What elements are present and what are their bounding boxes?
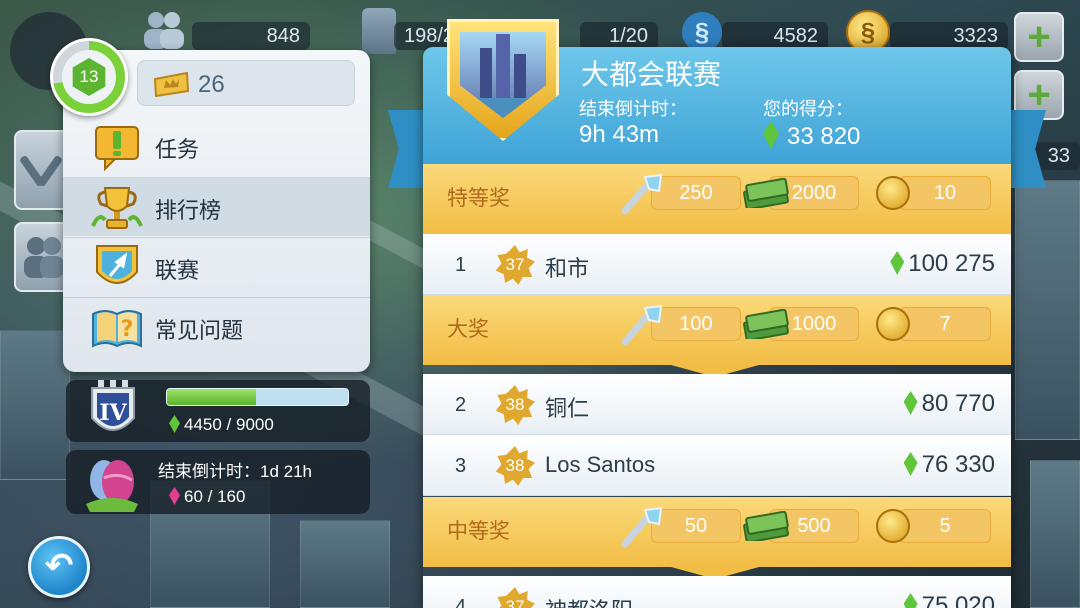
city-score: 76 330 bbox=[921, 451, 995, 478]
faq-book-icon: ? bbox=[92, 310, 142, 348]
player-level-badge[interactable]: 13 bbox=[50, 38, 128, 116]
golden-coin-icon bbox=[876, 307, 910, 341]
menu-item-leaderboard[interactable]: 排行榜 bbox=[63, 177, 370, 236]
population-icon bbox=[138, 10, 190, 50]
city-name: 神都洛阳 bbox=[545, 593, 633, 608]
back-arrow-icon: ↶ bbox=[44, 547, 74, 585]
back-button[interactable]: ↶ bbox=[28, 536, 90, 598]
rank-position: 3 bbox=[455, 455, 467, 477]
menu-item-label: 排行榜 bbox=[155, 198, 222, 223]
leaderboard-row[interactable]: 4 37 神都洛阳 75 020 bbox=[423, 576, 1011, 608]
pink-gem-icon bbox=[169, 487, 180, 505]
rank-position: 1 bbox=[455, 254, 467, 276]
city-score: 100 275 bbox=[908, 250, 995, 277]
crown-ticket-icon bbox=[153, 71, 190, 97]
population-counter: 848 bbox=[192, 22, 310, 50]
golden-coin-icon bbox=[876, 176, 910, 210]
city-level-badge: 38 bbox=[495, 385, 535, 425]
city-level-badge: 37 bbox=[495, 587, 535, 608]
green-gem-icon bbox=[903, 452, 918, 476]
leaderboard-row[interactable]: 1 37 和市 100 275 bbox=[423, 234, 1011, 295]
task-icon bbox=[95, 126, 139, 172]
league-countdown-label: 结束倒计时： bbox=[579, 99, 687, 119]
city-name: 和市 bbox=[545, 256, 590, 281]
city-level-badge: 38 bbox=[495, 446, 535, 486]
golden-key-icon bbox=[621, 304, 663, 346]
buy-simoleons-plus-button[interactable]: + bbox=[1014, 12, 1064, 62]
trophy-icon bbox=[91, 187, 143, 229]
reward-coins: 5 bbox=[899, 509, 991, 543]
league-tier-progress-fill bbox=[167, 389, 256, 405]
league-shield-icon bbox=[96, 245, 138, 284]
tier-name: 大奖 bbox=[447, 318, 489, 341]
workers-counter: 198/2 bbox=[394, 22, 454, 50]
menu-item-label: 联赛 bbox=[155, 258, 200, 283]
league-emblem-ground bbox=[460, 98, 546, 118]
player-level-value: 13 bbox=[72, 58, 106, 96]
event-progress-text: 60 / 160 bbox=[184, 487, 246, 506]
rank-position: 2 bbox=[455, 394, 467, 416]
menu-item-faq[interactable]: ? 常见问题 bbox=[63, 297, 370, 356]
league-title: 大都会联赛 bbox=[581, 59, 722, 90]
league-tier-panel: IV 4450 / 9000 bbox=[66, 380, 370, 442]
league-emblem-city bbox=[460, 32, 546, 118]
reward-coins: 7 bbox=[899, 307, 991, 341]
cash-stack-icon bbox=[743, 178, 789, 208]
tier-header: 特等奖 250 2000 10 bbox=[423, 164, 1011, 246]
event-panel[interactable]: 结束倒计时：1d 21h 60 / 160 bbox=[66, 450, 370, 514]
tier-name: 中等奖 bbox=[447, 520, 510, 543]
simoleon-icon: § bbox=[682, 12, 722, 52]
league-tier-label: IV bbox=[99, 400, 127, 426]
menu-item-league[interactable]: 联赛 bbox=[63, 237, 370, 296]
rank-position: 4 bbox=[455, 596, 467, 608]
green-gem-icon bbox=[903, 391, 918, 415]
city-score: 80 770 bbox=[921, 390, 995, 417]
crown-count: 26 bbox=[198, 71, 225, 98]
score-gem-icon bbox=[763, 121, 779, 149]
simcash-counter: 3323 bbox=[890, 22, 1008, 50]
league-countdown-value: 9h 43m bbox=[579, 121, 660, 148]
green-gem-icon bbox=[169, 415, 180, 433]
leaderboard-row[interactable]: 2 38 铜仁 80 770 bbox=[423, 374, 1011, 435]
tier-header: 中等奖 50 500 5 bbox=[423, 497, 1011, 579]
golden-key-icon bbox=[621, 506, 663, 548]
svg-text:?: ? bbox=[121, 317, 134, 342]
green-gem-icon bbox=[903, 593, 918, 608]
storage-building-icon bbox=[362, 8, 396, 54]
league-emblem-shield-icon bbox=[447, 19, 559, 141]
cash-stack-icon bbox=[743, 309, 789, 339]
reward-coins: 10 bbox=[899, 176, 991, 210]
league-tier-progress-text: 4450 / 9000 bbox=[184, 415, 274, 434]
tier-header: 大奖 100 1000 7 bbox=[423, 295, 1011, 377]
league-score-label: 您的得分： bbox=[763, 99, 853, 119]
menu-item-label: 常见问题 bbox=[155, 318, 244, 343]
tier-name: 特等奖 bbox=[447, 187, 510, 210]
event-countdown: 结束倒计时：1d 21h bbox=[158, 462, 312, 481]
menu-panel: 13 26 任务 排行榜 联赛 ? 常见问题 bbox=[50, 38, 370, 372]
league-tier-progress-bar bbox=[166, 388, 349, 406]
city-name: Los Santos bbox=[545, 452, 656, 477]
golden-coin-icon bbox=[876, 509, 910, 543]
simoleons-counter: 4582 bbox=[722, 22, 828, 50]
event-egg-icon bbox=[86, 460, 138, 512]
league-score-value: 33 820 bbox=[787, 123, 861, 150]
storage-counter: 1/20 bbox=[580, 22, 658, 50]
menu-item-label: 任务 bbox=[155, 137, 200, 162]
cash-stack-icon bbox=[743, 511, 789, 541]
green-gem-icon bbox=[890, 251, 905, 275]
city-level-badge: 37 bbox=[495, 245, 535, 285]
city-name: 铜仁 bbox=[545, 396, 590, 421]
golden-key-icon bbox=[621, 173, 663, 215]
leaderboard-row[interactable]: 3 38 Los Santos 76 330 bbox=[423, 435, 1011, 496]
crown-counter: 26 bbox=[137, 60, 355, 106]
league-emblem bbox=[447, 19, 559, 141]
menu-item-tasks[interactable]: 任务 bbox=[63, 117, 370, 176]
city-score: 75 020 bbox=[921, 592, 995, 608]
